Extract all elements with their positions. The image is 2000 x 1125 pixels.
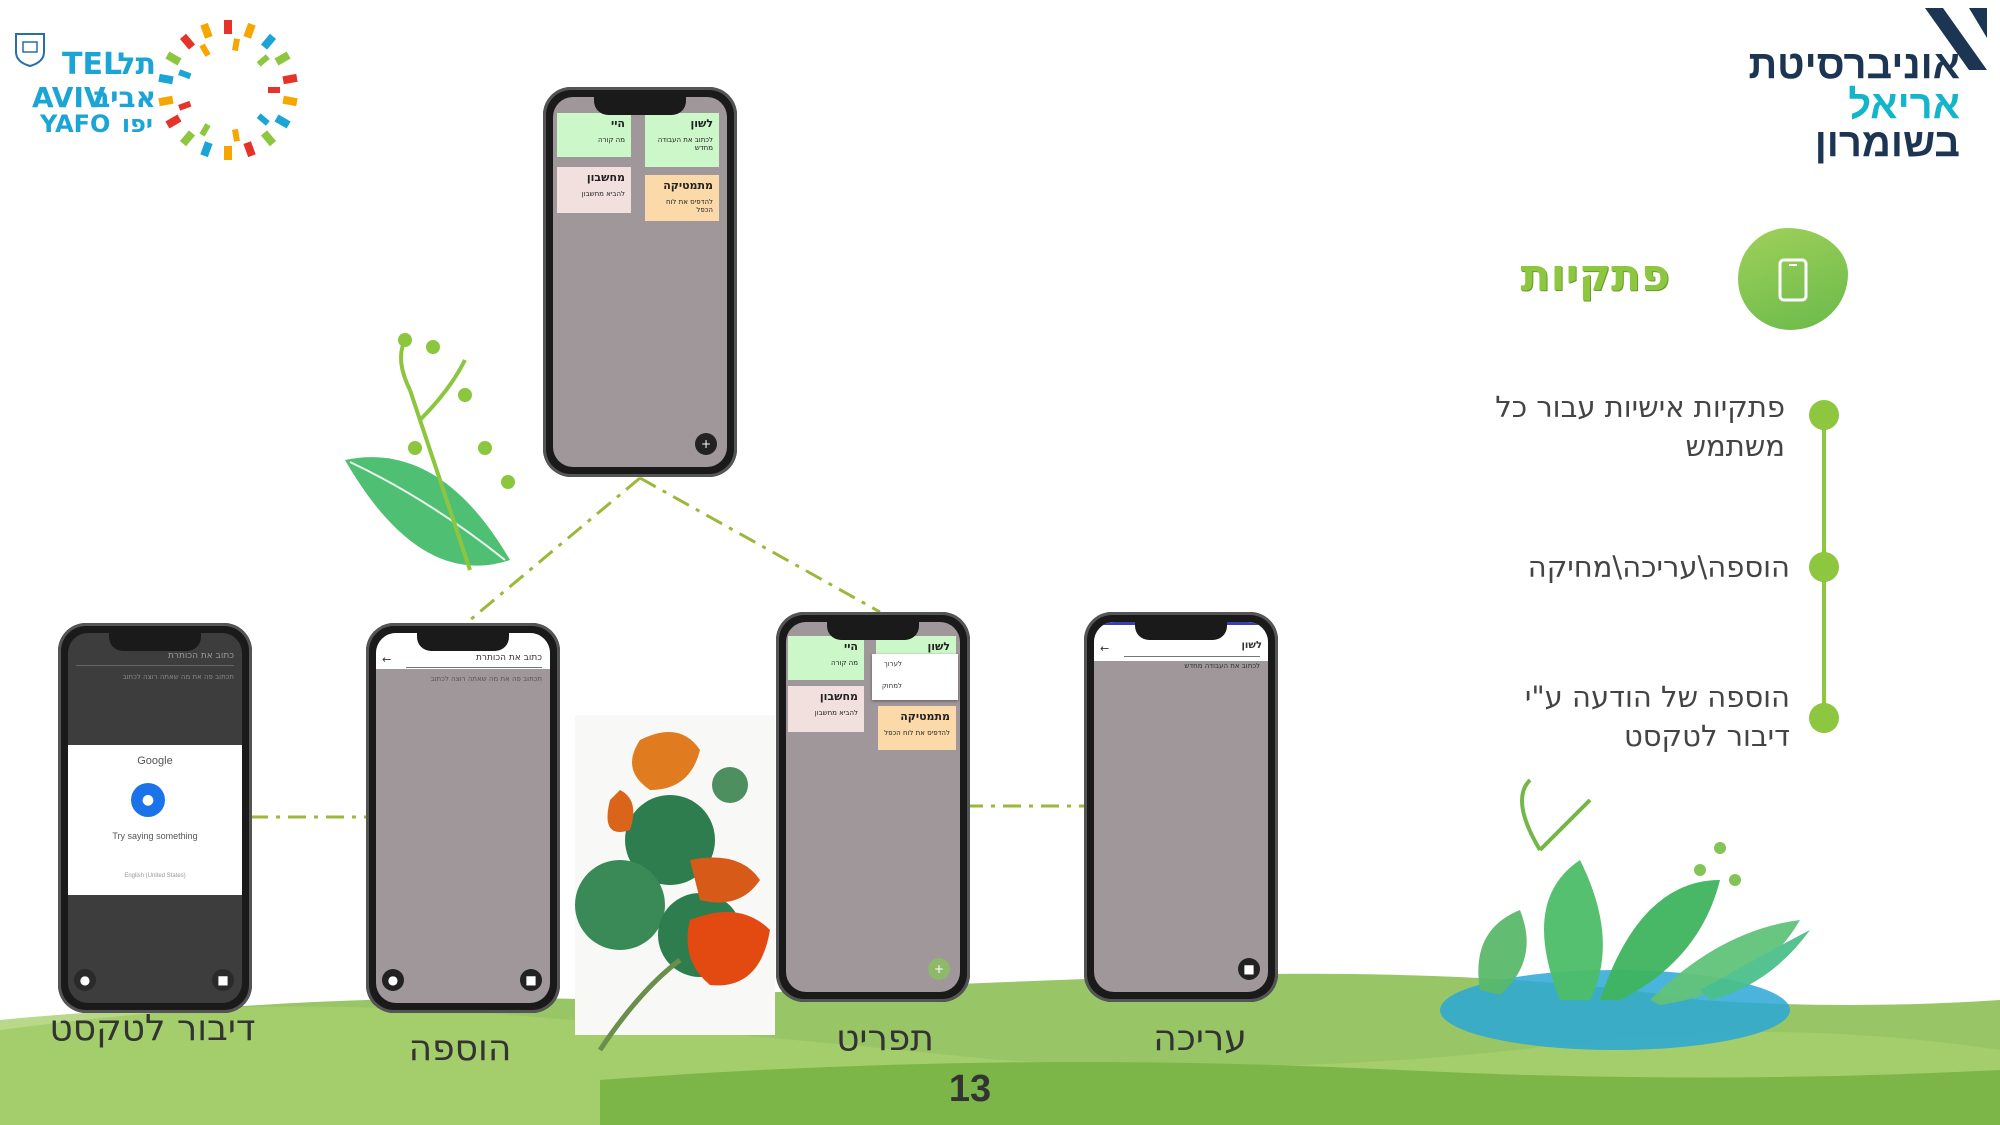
- google-label: Google: [137, 755, 173, 767]
- bullet-2-line1: הוספה\עריכה\מחיקה: [1527, 550, 1790, 584]
- note-text: להדפיס את לוח הכפל: [884, 729, 950, 737]
- body-input[interactable]: לכתוב את העבודה מחדש: [1184, 662, 1260, 670]
- add-user-icon[interactable]: +: [695, 433, 717, 455]
- note-text: מה קורה: [831, 659, 858, 667]
- bullet-dot-2: [1809, 552, 1839, 582]
- menu-item-edit[interactable]: לערוך: [884, 660, 902, 668]
- ariel-line1: אוניברסיטת: [1748, 43, 1960, 87]
- note-text: להביא מחשבון: [581, 190, 625, 198]
- city-emblem-icon: [15, 33, 45, 68]
- phone-speech-to-text: כתוב את הכותרת תכתוב פה את מה שאתה רוצה …: [58, 623, 252, 1013]
- note-text: לכתוב את העבודה מחדש: [657, 136, 713, 152]
- note-card[interactable]: מחשבון להביא מחשבון: [788, 686, 864, 732]
- note-card[interactable]: מחשבון להביא מחשבון: [557, 167, 631, 213]
- tel-aviv-he-line2: אביב: [93, 81, 156, 114]
- body-input[interactable]: תכתוב פה את מה שאתה רוצה לכתוב: [431, 675, 542, 683]
- caption-add: הוספה: [408, 1028, 512, 1069]
- bullet-dot-1: [1809, 400, 1839, 430]
- note-card[interactable]: היי מה קורה: [788, 636, 864, 680]
- title-input[interactable]: לשון: [1242, 640, 1263, 651]
- bullet-3-line1: הוספה של הודעה ע"י: [1524, 680, 1790, 714]
- title-input[interactable]: כתוב את הכותרת: [168, 651, 234, 661]
- phone-icon: [1778, 258, 1808, 302]
- note-card[interactable]: לשון לכתוב את העבודה מחדש: [645, 113, 719, 167]
- context-menu: לערוך למחוק: [872, 654, 958, 700]
- flower-illustration: [575, 715, 775, 1052]
- save-icon[interactable]: ■: [520, 969, 542, 991]
- body-input[interactable]: תכתוב פה את מה שאתה רוצה לכתוב: [123, 673, 234, 681]
- note-title: לשון: [690, 117, 713, 130]
- save-icon[interactable]: ■: [212, 969, 234, 991]
- caption-menu: תפריט: [836, 1018, 934, 1059]
- note-title: לשון: [927, 640, 950, 653]
- menu-item-delete[interactable]: למחוק: [882, 682, 902, 690]
- note-title: היי: [610, 117, 625, 130]
- section-title: פתקיות: [1520, 250, 1670, 301]
- microphone-button-icon[interactable]: ●: [74, 969, 96, 991]
- bullet-3: הוספה של הודעה ע"י דיבור לטקסט: [1430, 678, 1790, 756]
- voice-prompt: Try saying something: [112, 831, 198, 841]
- caption-speech-to-text: דיבור לטקסט: [49, 1008, 256, 1049]
- note-title: היי: [843, 640, 858, 653]
- note-card[interactable]: מתמטיקה להדפיס את לוח הכפל: [878, 706, 956, 750]
- tel-aviv-en-line3: YAFO: [40, 110, 111, 138]
- phone-main-notes: לשון לכתוב את העבודה מחדש היי מה קורה מת…: [543, 87, 737, 477]
- voice-language: English (United States): [124, 873, 186, 879]
- note-title: מחשבון: [819, 690, 858, 703]
- bullet-1: פתקיות אישיות עבור כל משתמש: [1430, 388, 1785, 466]
- note-title: מחשבון: [586, 171, 625, 184]
- microphone-icon[interactable]: ●: [382, 969, 404, 991]
- note-card[interactable]: מתמטיקה להדפיס את לוח הכפל: [645, 175, 719, 221]
- caption-edit: עריכה: [1153, 1018, 1247, 1059]
- bullet-3-line2: דיבור לטקסט: [1623, 719, 1790, 754]
- leaf-decor: [345, 333, 515, 571]
- back-arrow-icon[interactable]: ←: [1100, 642, 1109, 655]
- plant-cluster: [1478, 778, 1810, 1005]
- page-number: 13: [948, 1068, 992, 1110]
- phone-add-note: ← כתוב את הכותרת תכתוב פה את מה שאתה רוצ…: [366, 623, 560, 1013]
- bullet-1-line1: פתקיות אישיות עבור כל: [1495, 390, 1785, 424]
- phone-note-menu: לשון היי מה קורה לערוך למחוק מתמטיקה להד…: [776, 612, 970, 1002]
- back-arrow-icon[interactable]: ←: [382, 653, 391, 666]
- tel-aviv-sun-icon: [158, 20, 298, 160]
- save-icon[interactable]: ■: [1238, 958, 1260, 980]
- bullet-2: הוספה\עריכה\מחיקה: [1430, 548, 1790, 587]
- note-card[interactable]: היי מה קורה: [557, 113, 631, 157]
- tel-aviv-he-line3: יפו: [121, 110, 153, 138]
- google-voice-dialog: Google ● Try saying something English (U…: [68, 745, 242, 895]
- add-user-icon[interactable]: +: [928, 958, 950, 980]
- note-text: להביא מחשבון: [814, 709, 858, 717]
- microphone-icon[interactable]: ●: [131, 783, 165, 817]
- phone-edit-note: ← לשון לכתוב את העבודה מחדש ■: [1084, 612, 1278, 1002]
- note-text: להדפיס את לוח הכפל: [665, 198, 713, 214]
- tel-aviv-logo: TEL AVIV YAFO תל אביב יפו: [10, 8, 310, 168]
- note-title: מתמטיקה: [663, 179, 713, 192]
- bullet-dot-3: [1809, 703, 1839, 733]
- title-input[interactable]: כתוב את הכותרת: [476, 653, 542, 663]
- note-title: מתמטיקה: [900, 710, 950, 723]
- bullet-1-line2: משתמש: [1685, 429, 1785, 464]
- ariel-line3: בשומרון: [1814, 121, 1960, 165]
- ariel-university-logo: אוניברסיטת אריאל בשומרון: [1700, 8, 1990, 168]
- ariel-line2: אריאל: [1848, 83, 1960, 127]
- note-text: מה קורה: [598, 136, 625, 144]
